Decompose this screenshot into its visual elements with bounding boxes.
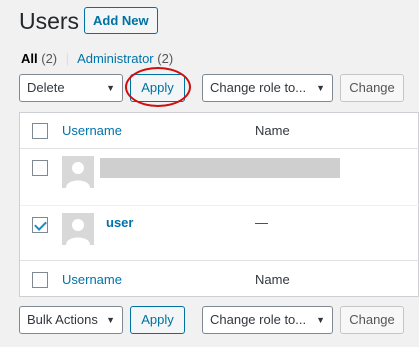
redacted-username <box>100 158 340 178</box>
change-button-bottom[interactable]: Change <box>340 306 404 334</box>
chevron-down-icon: ▼ <box>106 315 115 325</box>
chevron-down-icon: ▼ <box>316 315 325 325</box>
row-checkbox-checked[interactable] <box>32 217 48 233</box>
default-avatar-icon <box>62 213 94 245</box>
row-checkbox[interactable] <box>32 160 48 176</box>
change-button-top[interactable]: Change <box>340 74 404 102</box>
default-avatar-icon <box>62 156 94 188</box>
filter-administrator-count: (2) <box>157 51 174 66</box>
filter-all-count: (2) <box>41 51 58 66</box>
avatar <box>62 156 94 188</box>
avatar <box>62 213 94 245</box>
row-divider <box>20 260 419 261</box>
users-table: Username Name user — Username Name <box>19 112 419 297</box>
column-footer-username[interactable]: Username <box>62 272 122 287</box>
page-title: Users <box>19 8 80 34</box>
chevron-down-icon: ▼ <box>106 83 115 93</box>
change-role-value: Change role to... <box>210 312 307 327</box>
chevron-down-icon: ▼ <box>316 83 325 93</box>
apply-button-top[interactable]: Apply <box>130 74 185 102</box>
row-divider <box>20 148 419 149</box>
filter-all[interactable]: All <box>21 51 38 66</box>
change-role-select-bottom[interactable]: Change role to... ▼ <box>202 306 333 334</box>
user-display-name: — <box>255 215 268 230</box>
bulk-action-select-bottom[interactable]: Bulk Actions ▼ <box>19 306 123 334</box>
username-link[interactable]: user <box>106 215 133 230</box>
filter-separator: | <box>65 51 70 66</box>
bulk-action-value: Bulk Actions <box>27 312 98 327</box>
row-divider <box>20 205 419 206</box>
select-all-checkbox-top[interactable] <box>32 123 48 139</box>
user-role-filters: All (2) | Administrator (2) <box>21 51 173 67</box>
change-role-select-top[interactable]: Change role to... ▼ <box>202 74 333 102</box>
add-new-button[interactable]: Add New <box>84 7 158 34</box>
change-role-value: Change role to... <box>210 80 307 95</box>
filter-administrator[interactable]: Administrator <box>77 51 154 66</box>
column-header-name: Name <box>255 123 290 138</box>
apply-button-bottom[interactable]: Apply <box>130 306 185 334</box>
column-footer-name: Name <box>255 272 290 287</box>
bulk-action-value: Delete <box>27 80 65 95</box>
bulk-action-select-top[interactable]: Delete ▼ <box>19 74 123 102</box>
select-all-checkbox-bottom[interactable] <box>32 272 48 288</box>
column-header-username[interactable]: Username <box>62 123 122 138</box>
